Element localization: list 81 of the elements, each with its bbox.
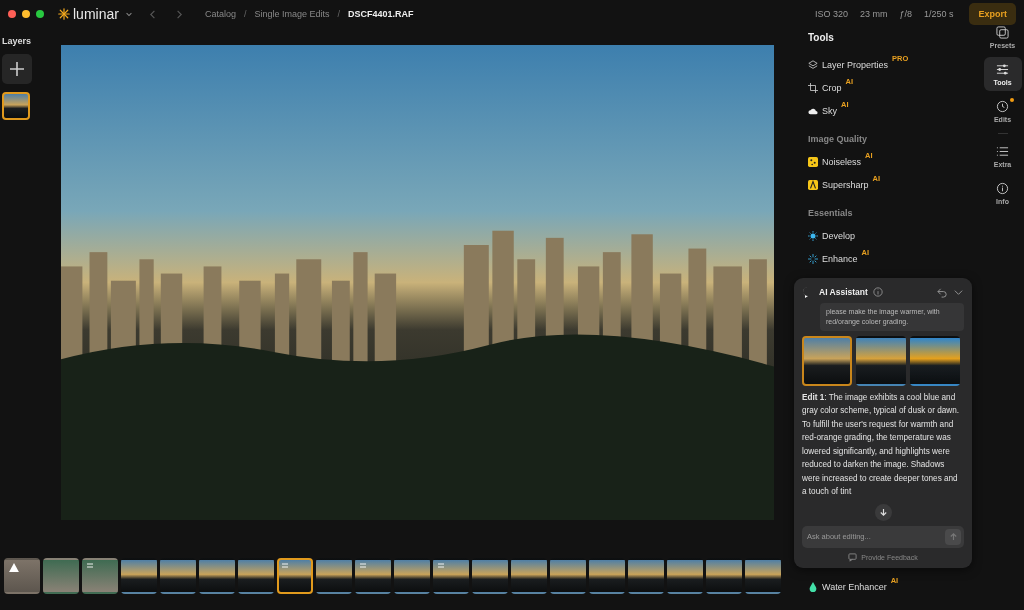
tool-label: Crop [822,82,842,93]
breadcrumb-item[interactable]: Catalog [204,9,236,19]
breadcrumb-separator: / [337,9,340,19]
list-icon [996,144,1009,158]
stack-icon [808,59,818,70]
close-window-button[interactable] [8,10,16,18]
sparkle-icon [808,253,818,264]
warning-icon [9,563,19,572]
overlapping-squares-icon [996,25,1009,39]
filmstrip-thumbnail[interactable] [394,558,430,594]
layer-thumbnail[interactable] [2,92,30,120]
tool-label: Layer Properties [822,59,889,70]
zoom-window-button[interactable] [36,10,44,18]
filmstrip-thumbnail[interactable] [706,558,742,594]
exif-value: 1/250 s [923,9,954,19]
filmstrip-thumbnail[interactable] [589,558,625,594]
filmstrip-thumbnail[interactable] [316,558,352,594]
filmstrip-thumbnail[interactable] [43,558,79,594]
sun-icon [808,230,818,241]
notification-dot [1009,98,1014,102]
tools-title: Tools [808,32,835,43]
tool-item[interactable]: Develop [808,224,981,247]
filmstrip-thumbnail[interactable] [121,558,157,594]
edit-variant-thumbnail[interactable] [856,335,906,386]
assistant-response: Edit 1: The image exhibits a cool blue and gray color scheme, typical of dusk or dawn. To fulfill the user's request for warmth and red-orange grading, the temperature was lowered significantly, and highlights were reduced to darken the image. Shadows were increased to create deeper tones and a touch of tint [802,391,960,499]
filmstrip-thumbnail[interactable] [199,558,235,594]
filmstrip-thumbnail[interactable] [160,558,196,594]
clock-icon [996,99,1009,113]
edited-badge-icon [87,563,93,568]
filmstrip-thumbnail[interactable] [667,558,703,594]
crop-icon [808,82,818,93]
tool-label: Sky [822,105,837,116]
tool-label: Water Enhancer [822,581,887,592]
triangle-square-icon [808,179,818,190]
exif-value: 23 mm [859,9,888,19]
tool-label: Develop [822,230,856,241]
export-button[interactable]: Export [969,3,1016,25]
arrow-up-icon [948,532,958,542]
filmstrip-thumbnail[interactable] [238,558,274,594]
filmstrip-thumbnail[interactable] [472,558,508,594]
filmstrip-thumbnail[interactable] [511,558,547,594]
edit-variant-thumbnail[interactable] [802,335,852,386]
filmstrip-thumbnail[interactable] [355,558,391,594]
plus-icon [10,62,24,76]
speech-bubble-icon [848,552,858,562]
breadcrumb-separator: / [243,9,247,19]
droplet-icon [808,581,818,592]
filmstrip-thumbnail[interactable] [82,558,118,594]
edited-badge-icon [282,563,288,568]
tool-label: Noiseless [822,156,861,167]
breadcrumb-item[interactable]: Single Image Edits [254,9,330,19]
add-layer-button[interactable] [2,54,32,84]
edited-badge-icon [360,563,366,568]
section-heading: Essentials [808,208,854,218]
exif-value: ISO 320 [814,9,848,19]
breadcrumb-item: DSCF4401.RAF [348,9,414,19]
scroll-down-button[interactable] [874,503,892,521]
info-icon[interactable] [872,287,883,297]
info-icon [996,181,1009,195]
assistant-title: AI Assistant [819,287,868,297]
arrow-down-icon [878,507,888,517]
filmstrip-thumbnail[interactable] [433,558,469,594]
layers-title: Layers [2,36,33,46]
edit-variant-thumbnail[interactable] [910,335,960,386]
sun-logo-icon [58,8,70,20]
filmstrip-thumbnail[interactable] [745,558,781,594]
tool-label: Supersharp [822,179,869,190]
filmstrip-thumbnail[interactable] [277,558,313,594]
edited-badge-icon [438,563,444,568]
filmstrip-thumbnail[interactable] [4,558,40,594]
filmstrip-thumbnail[interactable] [550,558,586,594]
dots-square-icon [808,156,818,167]
section-heading: Image Quality [808,134,869,144]
sliders-icon [996,62,1009,76]
minimize-window-button[interactable] [22,10,30,18]
chevron-down-icon[interactable] [124,10,133,18]
exif-value: ƒ/8 [899,9,912,19]
undo-icon[interactable] [937,286,948,298]
tool-label: Enhance [822,253,858,264]
filmstrip-thumbnail[interactable] [628,558,664,594]
app-name-menu[interactable]: luminar [73,6,119,22]
